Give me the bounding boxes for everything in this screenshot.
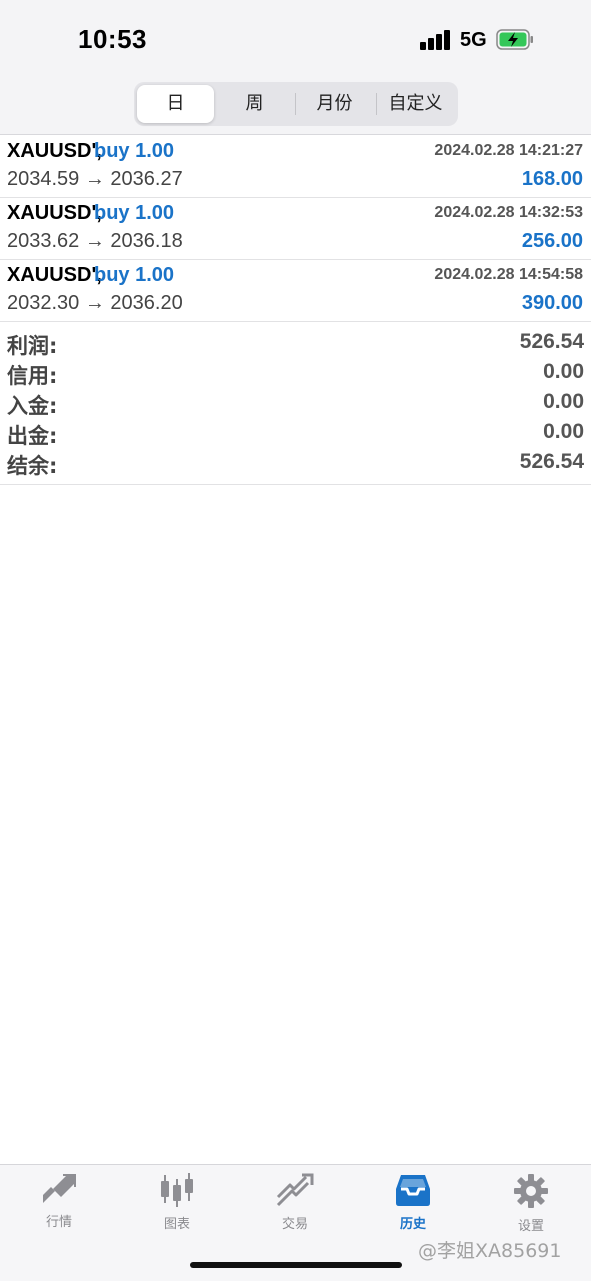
tab-label: 历史	[399, 1217, 426, 1232]
period-selector-bar: 日 周 月份 自定义	[0, 80, 591, 135]
summary-label: 利润:	[7, 334, 58, 358]
tab-label: 交易	[281, 1217, 308, 1232]
trade-trend-icon	[276, 1173, 314, 1207]
trade-time: 2024.02.28 14:32:53	[434, 204, 583, 221]
summary-value: 0.00	[543, 360, 584, 383]
tab-month[interactable]: 月份	[296, 85, 373, 123]
tab-history[interactable]: 历史	[354, 1173, 472, 1243]
quotes-arrow-icon	[43, 1174, 76, 1203]
trade-profit: 390.00	[521, 292, 583, 314]
status-time: 10:53	[78, 24, 147, 54]
trade-side: buy 1.00	[94, 202, 175, 224]
tab-settings[interactable]: 设置	[472, 1173, 590, 1243]
summary-value: 0.00	[543, 390, 584, 413]
period-segmented-control: 日 周 月份 自定义	[134, 82, 458, 126]
summary-label: 信用:	[7, 364, 58, 388]
watermark-text: @李姐XA85691	[418, 1240, 562, 1262]
trade-prices: 2032.30 → 2036.20	[7, 292, 183, 314]
tab-quotes[interactable]: 行情	[0, 1173, 118, 1243]
tab-label: 图表	[163, 1217, 190, 1232]
tab-week[interactable]: 周	[216, 85, 293, 123]
tab-trade[interactable]: 交易	[236, 1173, 354, 1243]
tab-day[interactable]: 日	[137, 85, 214, 123]
trade-prices: 2034.59 → 2036.27	[7, 168, 183, 190]
cellular-signal-icon	[420, 30, 452, 50]
trade-symbol: XAUUSD',	[7, 264, 102, 286]
home-indicator[interactable]	[190, 1262, 402, 1268]
tab-custom[interactable]: 自定义	[377, 85, 454, 123]
summary-row-balance: 结余: 526.54	[7, 450, 584, 480]
summary-label: 入金:	[7, 394, 58, 418]
gear-icon	[514, 1174, 548, 1208]
summary-value: 526.54	[519, 330, 584, 353]
account-summary: 利润: 526.54 信用: 0.00 入金: 0.00 出金: 0.00 结余…	[0, 326, 591, 485]
summary-label: 出金:	[7, 424, 58, 448]
candlestick-chart-icon	[161, 1173, 193, 1207]
tab-label: 行情	[45, 1215, 72, 1230]
summary-row-profit: 利润: 526.54	[7, 330, 584, 360]
history-inbox-icon	[396, 1175, 430, 1206]
trade-side: buy 1.00	[94, 140, 175, 162]
summary-label: 结余:	[7, 454, 58, 478]
battery-charging-icon	[496, 29, 533, 50]
trade-time: 2024.02.28 14:21:27	[434, 142, 583, 159]
tab-chart[interactable]: 图表	[118, 1173, 236, 1243]
trade-symbol: XAUUSD',	[7, 140, 102, 162]
tab-label: 设置	[517, 1219, 544, 1234]
summary-value: 0.00	[543, 420, 584, 443]
trade-side: buy 1.00	[94, 264, 175, 286]
trade-profit: 168.00	[521, 168, 583, 190]
trade-symbol: XAUUSD',	[7, 202, 102, 224]
summary-row-deposit: 入金: 0.00	[7, 390, 584, 420]
trade-row[interactable]: XAUUSD', buy 1.00 2024.02.28 14:32:53 20…	[0, 197, 591, 260]
network-type: 5G	[460, 29, 487, 51]
trade-row[interactable]: XAUUSD', buy 1.00 2024.02.28 14:21:27 20…	[0, 135, 591, 198]
trade-time: 2024.02.28 14:54:58	[434, 266, 583, 283]
trade-profit: 256.00	[521, 230, 583, 252]
summary-row-withdrawal: 出金: 0.00	[7, 420, 584, 450]
summary-row-credit: 信用: 0.00	[7, 360, 584, 390]
trade-prices: 2033.62 → 2036.18	[7, 230, 183, 252]
status-bar: 10:53 5G	[0, 0, 591, 80]
trade-row[interactable]: XAUUSD', buy 1.00 2024.02.28 14:54:58 20…	[0, 259, 591, 322]
summary-value: 526.54	[519, 450, 584, 473]
